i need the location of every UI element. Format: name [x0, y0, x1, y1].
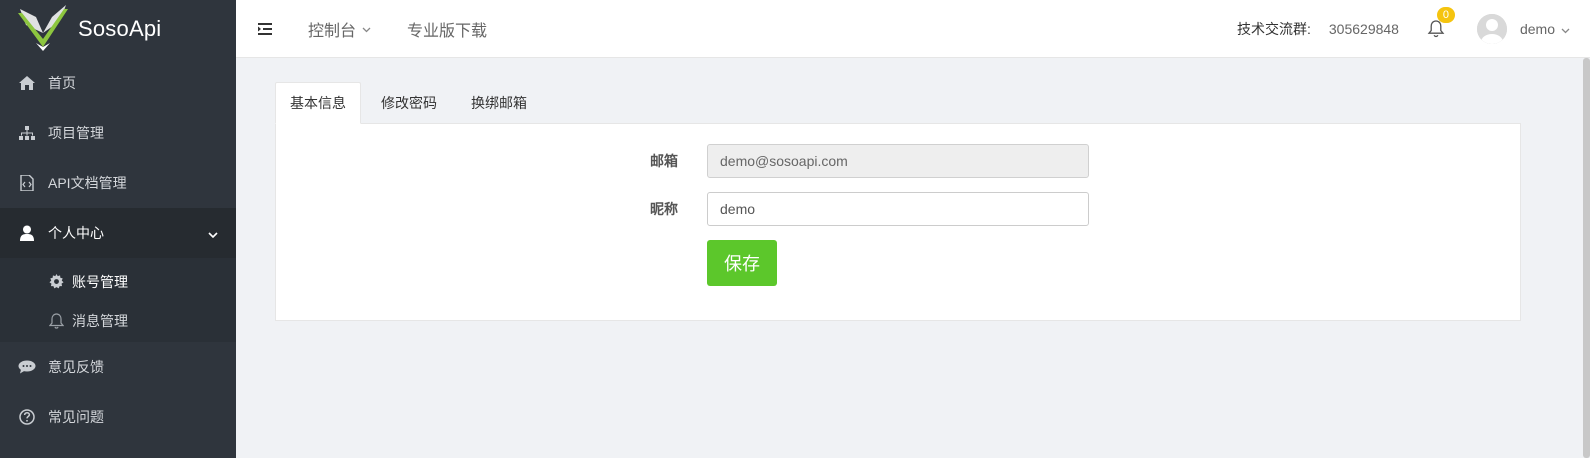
- nav-console-label: 控制台: [308, 22, 357, 40]
- chevron-down-icon[interactable]: [1561, 21, 1570, 37]
- nickname-field[interactable]: [707, 192, 1089, 226]
- top-header: 控制台 专业版下载 技术交流群: 305629848 0 demo: [236, 0, 1590, 58]
- avatar[interactable]: [1476, 13, 1507, 44]
- header-right: 技术交流群: 305629848 0 demo: [1237, 0, 1590, 58]
- comments-icon: [18, 358, 36, 376]
- chevron-down-icon: [362, 20, 371, 38]
- email-label: 邮箱: [650, 153, 678, 169]
- account-tabs: 基本信息 修改密码 换绑邮箱: [275, 82, 547, 124]
- menu-toggle-icon[interactable]: [256, 20, 274, 38]
- sidebar-item-label: 首页: [48, 75, 76, 91]
- tab-change-password[interactable]: 修改密码: [367, 82, 451, 124]
- sidebar-item-projects[interactable]: 项目管理: [0, 108, 236, 158]
- notification-bell[interactable]: 0: [1427, 6, 1455, 41]
- sidebar-item-label: 常见问题: [48, 409, 104, 425]
- sidebar-item-home[interactable]: 首页: [0, 58, 236, 108]
- username[interactable]: demo: [1520, 21, 1555, 37]
- gear-icon: [48, 274, 64, 290]
- chevron-down-icon: [208, 225, 218, 241]
- brand-name: SosoApi: [78, 16, 162, 41]
- sidebar-item-personal-center[interactable]: 个人中心: [0, 208, 236, 258]
- sitemap-icon: [18, 124, 36, 142]
- sidebar-subitem-label: 账号管理: [72, 273, 128, 290]
- save-button[interactable]: 保存: [707, 240, 777, 286]
- sidebar-subitem-label: 消息管理: [72, 312, 128, 329]
- sidebar: SosoApi 首页 项目管理 API文档管理 个人中心 账号管理 消息管理 意…: [0, 0, 236, 458]
- sidebar-item-label: 意见反馈: [48, 359, 104, 375]
- bell-icon: [1427, 19, 1445, 41]
- sidebar-item-label: API文档管理: [48, 175, 127, 191]
- tab-change-email[interactable]: 换绑邮箱: [457, 82, 541, 124]
- nav-pro-download[interactable]: 专业版下载: [407, 17, 487, 41]
- brand[interactable]: SosoApi: [0, 0, 236, 58]
- email-row: 邮箱: [276, 144, 1520, 178]
- email-field[interactable]: [707, 144, 1089, 178]
- sidebar-item-feedback[interactable]: 意见反馈: [0, 342, 236, 392]
- scrollbar-thumb[interactable]: [1583, 58, 1590, 458]
- sidebar-item-faq[interactable]: 常见问题: [0, 392, 236, 442]
- sidebar-submenu: 账号管理 消息管理: [0, 258, 236, 342]
- home-icon: [18, 74, 36, 92]
- qq-group-label: 技术交流群:: [1237, 20, 1311, 37]
- sidebar-item-label: 个人中心: [48, 225, 104, 241]
- sidebar-subitem-account[interactable]: 账号管理: [0, 262, 236, 301]
- qq-group-number: 305629848: [1328, 20, 1399, 37]
- tab-basic-info[interactable]: 基本信息: [275, 82, 361, 124]
- nickname-label: 昵称: [650, 201, 678, 217]
- sidebar-item-api-docs[interactable]: API文档管理: [0, 158, 236, 208]
- nav-pro-download-label: 专业版下载: [407, 22, 488, 40]
- bell-icon: [48, 312, 64, 329]
- code-file-icon: [18, 174, 36, 192]
- sosoapi-logo-icon: [18, 3, 68, 55]
- sidebar-subitem-messages[interactable]: 消息管理: [0, 301, 236, 340]
- notification-count-badge: 0: [1436, 6, 1455, 23]
- sidebar-item-label: 项目管理: [48, 125, 104, 141]
- basic-info-panel: 邮箱 昵称 保存: [275, 123, 1521, 321]
- nickname-row: 昵称: [276, 192, 1520, 226]
- question-circle-icon: [18, 408, 36, 426]
- nav-console-dropdown[interactable]: 控制台: [308, 17, 371, 41]
- user-icon: [18, 224, 36, 242]
